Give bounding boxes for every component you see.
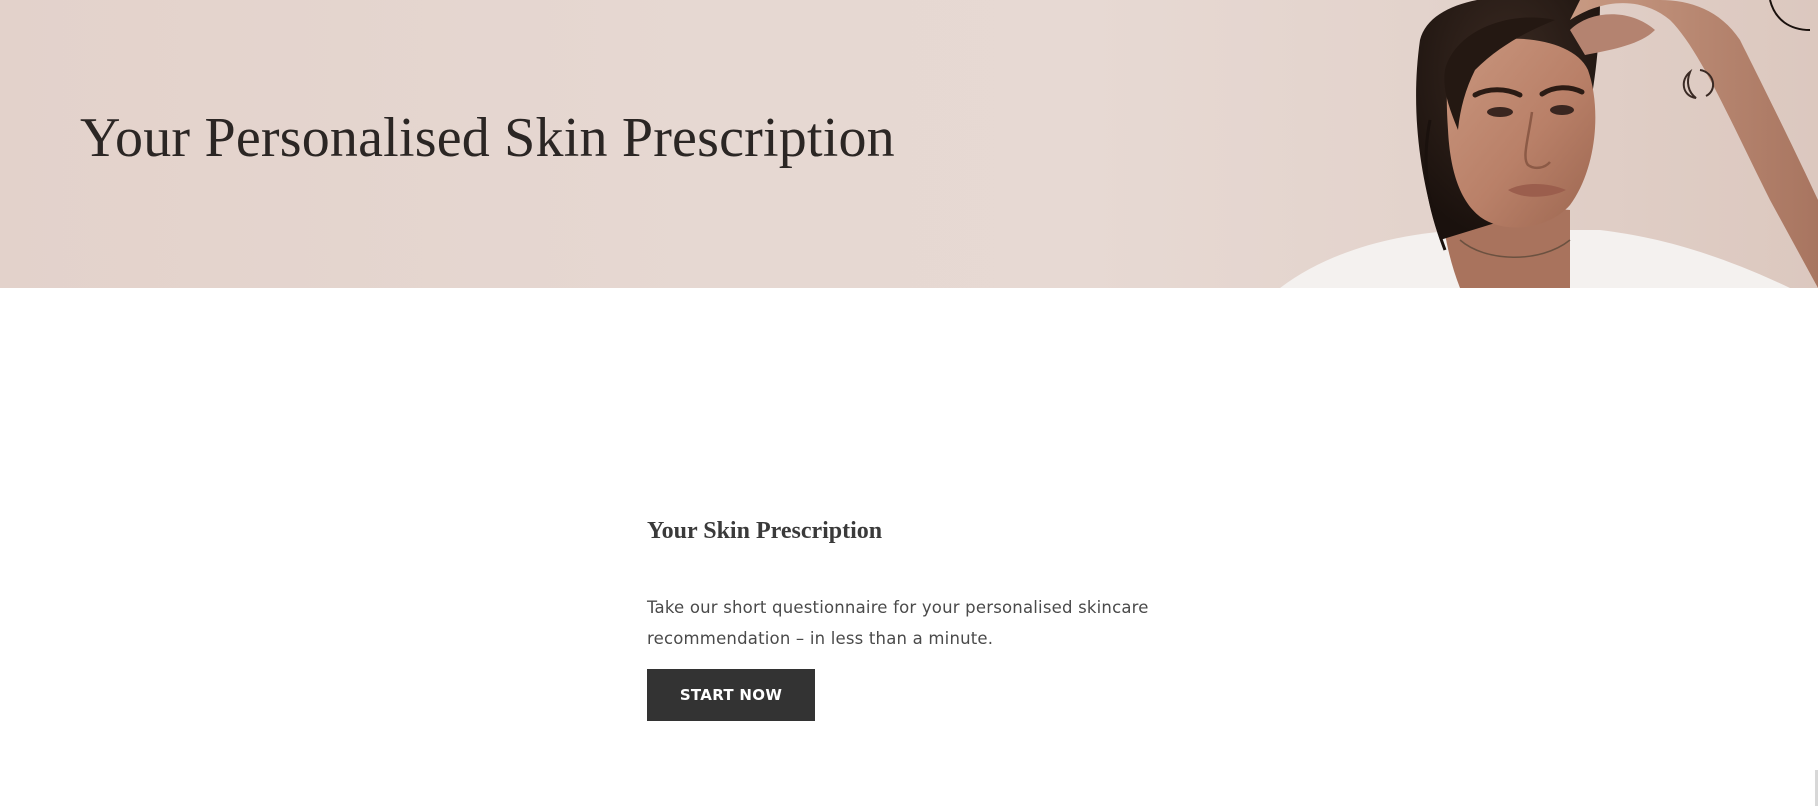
start-now-button[interactable]: START NOW — [647, 669, 815, 721]
section-heading: Your Skin Prescription — [647, 518, 883, 544]
hero-title: Your Personalised Skin Prescription — [80, 107, 895, 169]
hero-portrait-image — [1280, 0, 1818, 288]
section-description: Take our short questionnaire for your pe… — [647, 598, 1149, 648]
hero-banner: Your Personalised Skin Prescription — [0, 0, 1818, 288]
